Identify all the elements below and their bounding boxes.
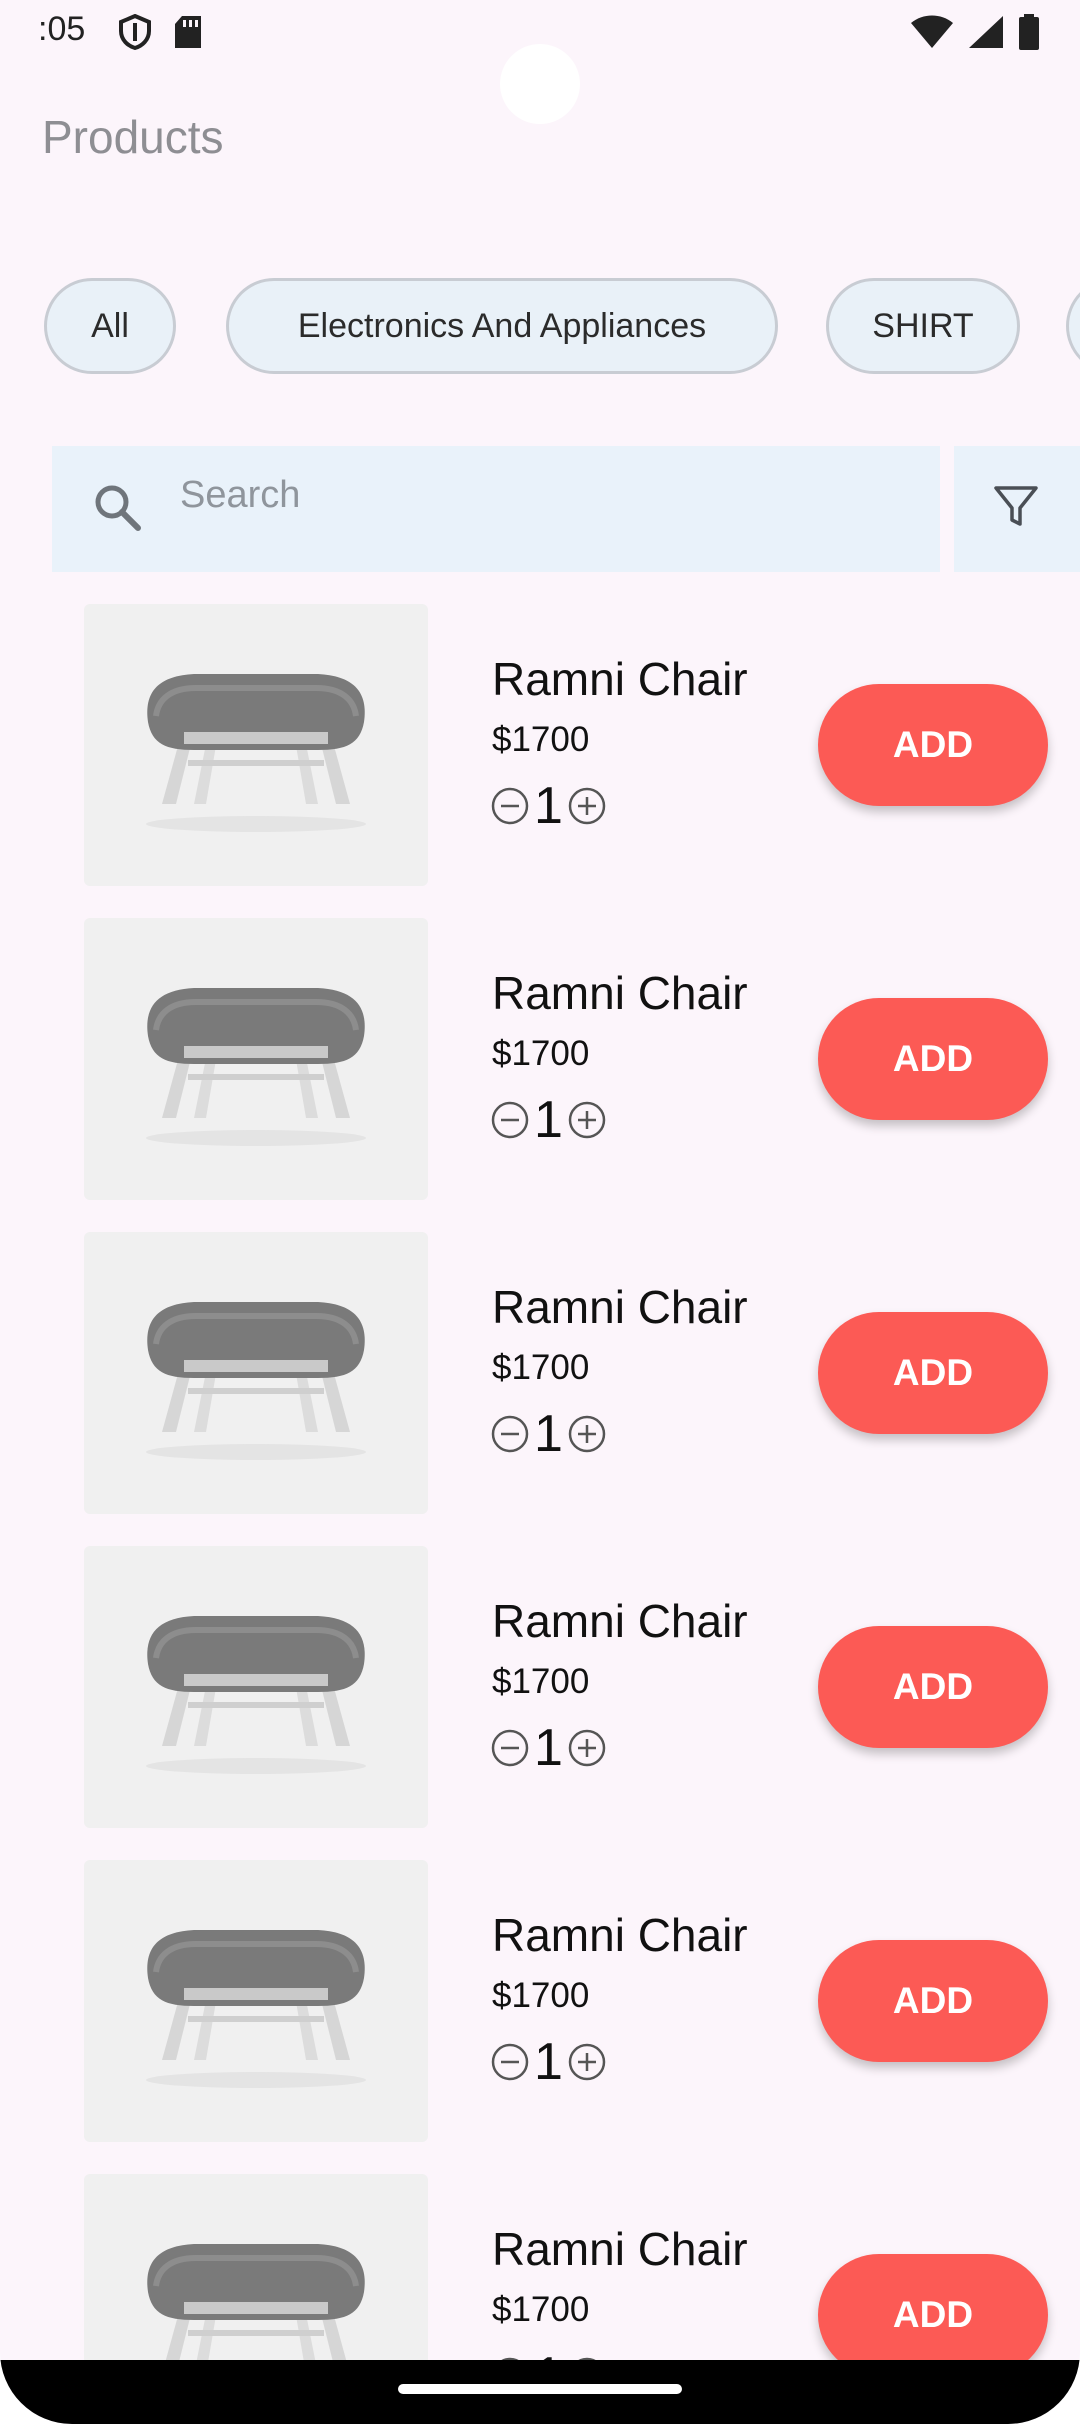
product-item-5[interactable]: Ramni Chair $1700 1 ADD [0, 1860, 1080, 2142]
quantity-value: 1 [534, 1719, 563, 1777]
chip-electronics-and-appliances[interactable]: Electronics And Appliances [226, 278, 778, 374]
quantity-stepper: 1 [490, 1090, 607, 1150]
filter-button[interactable] [954, 446, 1080, 572]
product-image [84, 604, 428, 886]
search-input[interactable]: Search [180, 474, 300, 517]
product-name: Ramni Chair [492, 1595, 748, 1647]
signal-icon [969, 16, 1003, 48]
quantity-stepper: 1 [490, 776, 607, 836]
product-name: Ramni Chair [492, 2223, 748, 2275]
plus-circle-icon[interactable] [567, 2042, 607, 2082]
add-button[interactable]: ADD [818, 1626, 1048, 1748]
add-button[interactable]: ADD [818, 1312, 1048, 1434]
chair-image [146, 1930, 366, 2088]
home-indicator[interactable] [398, 2384, 682, 2394]
chair-image [146, 1302, 366, 1460]
product-price: $1700 [492, 1662, 590, 1701]
chip-shirt[interactable]: SHIRT [826, 278, 1020, 374]
product-image [84, 1546, 428, 1828]
plus-circle-icon[interactable] [567, 1100, 607, 1140]
minus-circle-icon[interactable] [490, 786, 530, 826]
category-chips: All Electronics And Appliances SHIRT [44, 278, 1080, 378]
add-button[interactable]: ADD [818, 684, 1048, 806]
wifi-icon [911, 15, 953, 48]
product-name: Ramni Chair [492, 653, 748, 705]
page-title: Products [42, 111, 224, 163]
product-image [84, 918, 428, 1200]
search-icon [95, 485, 141, 531]
minus-circle-icon[interactable] [490, 1100, 530, 1140]
minus-circle-icon[interactable] [490, 2042, 530, 2082]
chair-image [146, 1616, 366, 1774]
product-image [84, 1860, 428, 2142]
minus-circle-icon[interactable] [490, 1728, 530, 1768]
quantity-stepper: 1 [490, 1718, 607, 1778]
status-time: :05 [38, 10, 86, 48]
quantity-value: 1 [534, 1091, 563, 1149]
chair-image [146, 988, 366, 1146]
chip-all[interactable]: All [44, 278, 176, 374]
plus-circle-icon[interactable] [567, 1414, 607, 1454]
plus-circle-icon[interactable] [567, 786, 607, 826]
app-screen: :05 Products All Electronics And Applian… [0, 0, 1080, 2424]
add-button[interactable]: ADD [818, 998, 1048, 1120]
product-price: $1700 [492, 1348, 590, 1387]
add-button[interactable]: ADD [818, 2254, 1048, 2376]
shield-icon [119, 14, 151, 50]
product-item-4[interactable]: Ramni Chair $1700 1 ADD [0, 1546, 1080, 1828]
quantity-stepper: 1 [490, 2032, 607, 2092]
minus-circle-icon[interactable] [490, 1414, 530, 1454]
camera-cutout [500, 44, 580, 124]
quantity-stepper: 1 [490, 1404, 607, 1464]
quantity-value: 1 [534, 1405, 563, 1463]
product-name: Ramni Chair [492, 1909, 748, 1961]
product-name: Ramni Chair [492, 967, 748, 1019]
product-price: $1700 [492, 1976, 590, 2015]
battery-icon [1019, 14, 1039, 50]
product-price: $1700 [492, 1034, 590, 1073]
plus-circle-icon[interactable] [567, 1728, 607, 1768]
search-bar[interactable]: Search [52, 446, 940, 572]
product-item-1[interactable]: Ramni Chair $1700 1 ADD [0, 604, 1080, 886]
add-button[interactable]: ADD [818, 1940, 1048, 2062]
product-item-2[interactable]: Ramni Chair $1700 1 ADD [0, 918, 1080, 1200]
quantity-value: 1 [534, 777, 563, 835]
sd-card-icon [175, 16, 201, 48]
product-item-3[interactable]: Ramni Chair $1700 1 ADD [0, 1232, 1080, 1514]
product-name: Ramni Chair [492, 1281, 748, 1333]
filter-icon [994, 486, 1038, 526]
chair-image [146, 674, 366, 832]
quantity-value: 1 [534, 2033, 563, 2091]
product-price: $1700 [492, 720, 590, 759]
product-price: $1700 [492, 2290, 590, 2329]
chip-more[interactable] [1066, 278, 1080, 374]
product-image [84, 1232, 428, 1514]
